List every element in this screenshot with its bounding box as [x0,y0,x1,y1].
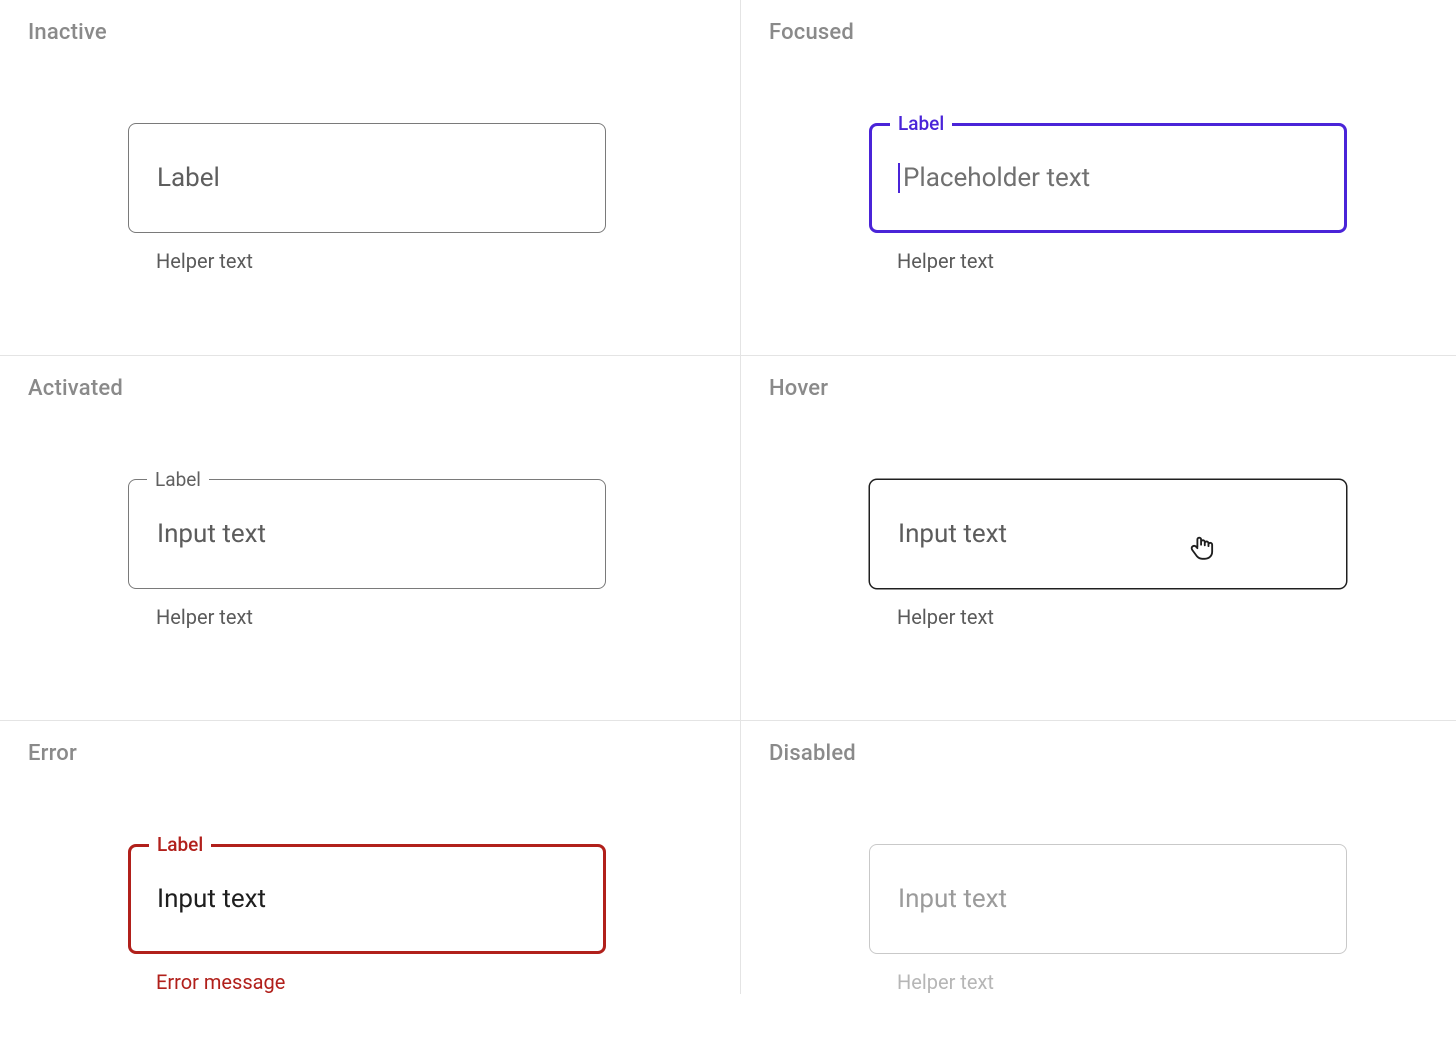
state-cell-inactive: Inactive Label Helper text [0,0,740,355]
textfield-input-error[interactable] [157,884,577,914]
field-wrap-error: Label Error message [128,844,606,994]
textfield-input-disabled [898,884,1318,914]
textfield-error[interactable]: Label [128,844,606,954]
section-title-activated: Activated [28,376,712,401]
section-title-focused: Focused [769,20,1428,45]
textfield-activated[interactable]: Label [128,479,606,589]
field-wrap-disabled: Helper text [869,844,1347,994]
textfield-inactive[interactable]: Label [128,123,606,233]
field-wrap-hover: Helper text [869,479,1347,629]
helper-text-activated: Helper text [156,605,606,629]
textfield-hover[interactable] [869,479,1347,589]
textfield-float-label-activated: Label [147,468,209,491]
section-title-inactive: Inactive [28,20,712,45]
helper-text-inactive: Helper text [156,249,606,273]
state-cell-focused: Focused Label Helper text [740,0,1456,355]
state-cell-error: Error Label Error message [0,720,740,994]
state-cell-activated: Activated Label Helper text [0,355,740,720]
text-caret-icon [898,163,900,193]
textfield-disabled [869,844,1347,954]
textfield-input-activated[interactable] [157,519,577,549]
textfield-input-hover[interactable] [898,519,1318,549]
textfield-float-label-error: Label [149,833,211,856]
textfield-float-label-focused: Label [890,112,952,135]
helper-text-disabled: Helper text [897,970,1347,994]
field-wrap-inactive: Label Helper text [128,123,606,273]
helper-text-focused: Helper text [897,249,1347,273]
error-message: Error message [156,970,606,994]
helper-text-hover: Helper text [897,605,1347,629]
field-wrap-activated: Label Helper text [128,479,606,629]
section-title-disabled: Disabled [769,741,1428,766]
textfield-focused[interactable]: Label [869,123,1347,233]
section-title-hover: Hover [769,376,1428,401]
textfield-input-focused[interactable] [903,163,1318,193]
field-wrap-focused: Label Helper text [869,123,1347,273]
textfield-label-inside: Label [157,163,220,193]
state-cell-disabled: Disabled Helper text [740,720,1456,994]
section-title-error: Error [28,741,712,766]
state-cell-hover: Hover Helper text [740,355,1456,720]
pointer-cursor-icon [1188,532,1216,566]
